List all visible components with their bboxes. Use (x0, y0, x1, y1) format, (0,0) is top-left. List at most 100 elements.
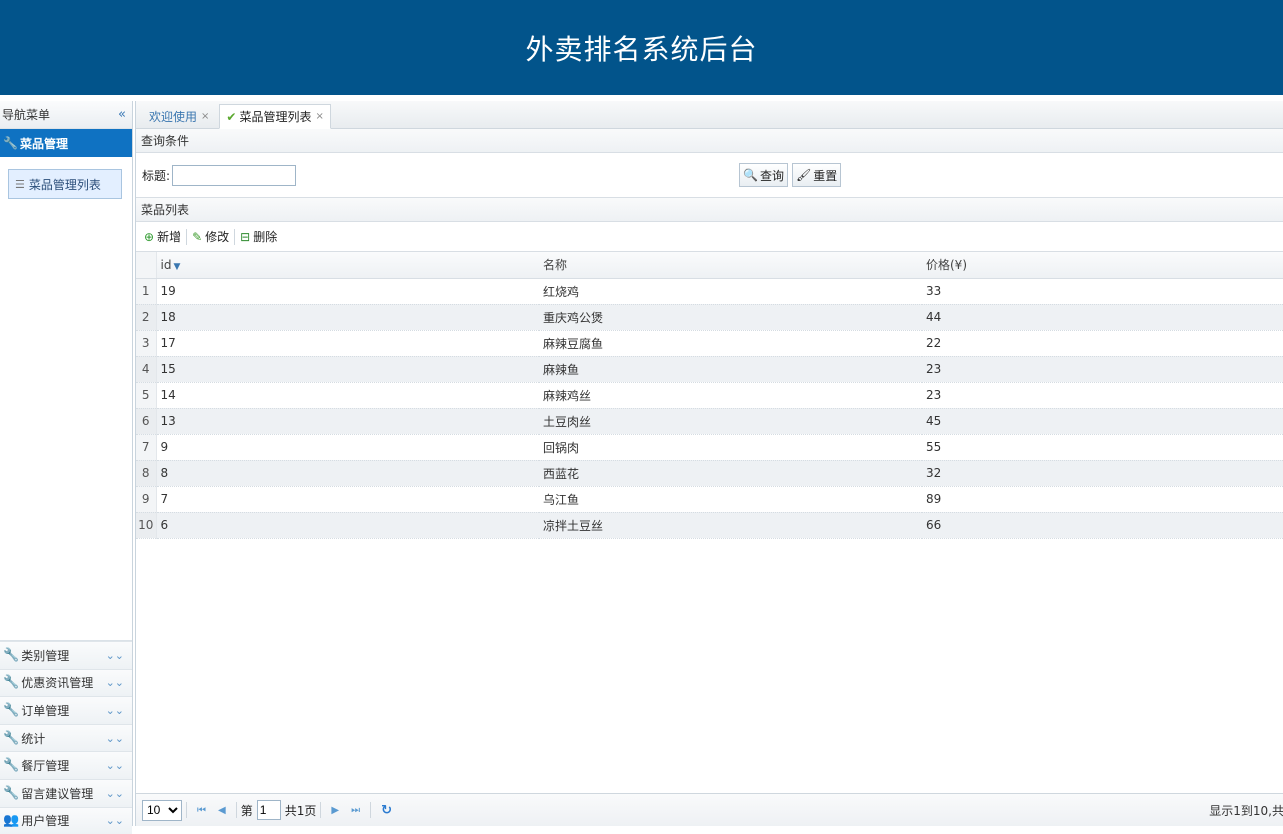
title-input[interactable] (172, 164, 297, 186)
table-row[interactable]: 9 7 乌江鱼 89 (136, 486, 1283, 513)
page-total: 共1页 (284, 803, 317, 818)
cell-id: 8 (156, 460, 539, 487)
expand-icon[interactable]: ⌄⌄ (106, 814, 124, 827)
nav-item-dish-list[interactable]: ☰ 菜品管理列表 (8, 169, 122, 199)
delete-button[interactable]: ⊟ 删除 (236, 228, 281, 245)
cell-name: 麻辣鸡丝 (539, 382, 922, 409)
table-row[interactable]: 10 6 凉拌土豆丝 66 (136, 512, 1283, 539)
nav-section-restaurant[interactable]: 🔧 餐厅管理 ⌄⌄ (0, 751, 132, 779)
column-header-id[interactable]: id ▼ (156, 252, 539, 279)
nav-header: 导航菜单 « (0, 101, 132, 129)
wrench-icon: 🔧 (3, 647, 20, 663)
pager-divider (370, 802, 372, 818)
brush-icon: 🖌 (795, 168, 812, 182)
toolbar-divider (234, 228, 236, 245)
nav-section-promo[interactable]: 🔧 优惠资讯管理 ⌄⌄ (0, 668, 132, 697)
table-row[interactable]: 5 14 麻辣鸡丝 23 (136, 382, 1283, 409)
cell-id: 14 (156, 382, 539, 409)
list-panel-title: 菜品列表 (136, 198, 1283, 222)
wrench-icon: 🔧 (3, 785, 20, 801)
cell-name: 重庆鸡公煲 (539, 304, 922, 331)
cell-price: 23 (922, 382, 1283, 409)
tab-label: 欢迎使用 (149, 109, 198, 124)
nav-section-dishes[interactable]: 🔧 菜品管理 (0, 129, 132, 157)
refresh-icon[interactable]: ↻ (381, 803, 392, 818)
nav-section-label: 留言建议管理 (21, 786, 94, 801)
cell-name: 麻辣鱼 (539, 356, 922, 383)
table-row[interactable]: 3 17 麻辣豆腐鱼 22 (136, 330, 1283, 357)
cell-price: 66 (922, 512, 1283, 539)
tab-dish-list[interactable]: ✔ 菜品管理列表 × (219, 104, 331, 129)
app-header: 外卖排名系统后台 (0, 0, 1283, 95)
search-button[interactable]: 🔍 查询 (739, 163, 788, 187)
last-page-icon[interactable]: ⏭ (351, 805, 360, 816)
wrench-icon: 🔧 (3, 675, 20, 691)
cell-id: 18 (156, 304, 539, 331)
nav-item-label: 菜品管理列表 (28, 177, 101, 192)
query-form: 标题: 🔍 查询 🖌 重置 (136, 153, 1283, 198)
cell-price: 55 (922, 434, 1283, 461)
expand-icon[interactable]: ⌄⌄ (106, 732, 124, 745)
expand-icon[interactable]: ⌄⌄ (106, 704, 124, 717)
column-header-price[interactable]: 价格(¥) (922, 252, 1283, 279)
pencil-icon: ✎ (192, 229, 203, 244)
tab-welcome[interactable]: 欢迎使用 × (142, 104, 216, 128)
list-toolbar: ⊕ 新增 ✎ 修改 ⊟ 删除 (136, 222, 1283, 252)
page-prefix: 第 (240, 803, 253, 818)
edit-button-label: 修改 (205, 230, 230, 244)
close-icon[interactable]: × (315, 111, 323, 122)
expand-icon[interactable]: ⌄⌄ (106, 787, 124, 800)
table-row[interactable]: 6 13 土豆肉丝 45 (136, 408, 1283, 435)
cell-name: 麻辣豆腐鱼 (539, 330, 922, 357)
nav-section-category[interactable]: 🔧 类别管理 ⌄⌄ (0, 641, 132, 669)
first-page-icon[interactable]: ⏮ (197, 805, 206, 816)
expand-icon[interactable]: ⌄⌄ (106, 676, 124, 689)
prev-page-icon[interactable]: ◀ (218, 805, 226, 816)
table-row[interactable]: 2 18 重庆鸡公煲 44 (136, 304, 1283, 331)
sort-desc-icon: ▼ (173, 261, 181, 272)
page-size-select[interactable]: 10 (142, 799, 182, 821)
delete-button-label: 删除 (253, 230, 278, 244)
wrench-icon: 🔧 (3, 136, 18, 150)
cell-name: 回锅肉 (539, 434, 922, 461)
tab-bar: 欢迎使用 × ✔ 菜品管理列表 × (136, 101, 1283, 129)
cell-name: 红烧鸡 (539, 278, 922, 305)
page-number-input[interactable] (256, 800, 281, 820)
row-number: 1 (136, 278, 157, 305)
cell-id: 15 (156, 356, 539, 383)
nav-section-label: 类别管理 (21, 648, 70, 663)
row-number: 4 (136, 356, 157, 383)
row-number: 7 (136, 434, 157, 461)
table-row[interactable]: 7 9 回锅肉 55 (136, 434, 1283, 461)
nav-section-users[interactable]: 👥 用户管理 ⌄⌄ (0, 806, 132, 834)
table-row[interactable]: 4 15 麻辣鱼 23 (136, 356, 1283, 383)
nav-section-stats[interactable]: 🔧 统计 ⌄⌄ (0, 723, 132, 752)
wrench-icon: 🔧 (3, 758, 20, 774)
nav-section-label: 菜品管理 (19, 136, 68, 151)
next-page-icon[interactable]: ▶ (331, 805, 339, 816)
row-number: 6 (136, 408, 157, 435)
close-icon[interactable]: × (201, 111, 209, 122)
table-row[interactable]: 8 8 西蓝花 32 (136, 460, 1283, 487)
expand-icon[interactable]: ⌄⌄ (106, 759, 124, 772)
cell-price: 22 (922, 330, 1283, 357)
pager-divider (235, 802, 237, 818)
collapse-icon[interactable]: « (118, 107, 126, 122)
nav-section-orders[interactable]: 🔧 订单管理 ⌄⌄ (0, 696, 132, 724)
toolbar-divider (186, 228, 188, 245)
table-row[interactable]: 1 19 红烧鸡 33 (136, 278, 1283, 305)
edit-button[interactable]: ✎ 修改 (188, 228, 233, 245)
cell-price: 33 (922, 278, 1283, 305)
expand-icon[interactable]: ⌄⌄ (106, 649, 124, 662)
users-icon: 👥 (3, 813, 20, 829)
title-label: 标题: (142, 168, 171, 183)
table-header-row: id ▼ 名称 价格(¥) (136, 252, 1283, 279)
pagination-bar: 10 ⏮ ◀ 第 共1页 ▶ ⏭ ↻ 显示1到10,共 (136, 793, 1283, 826)
column-header-name[interactable]: 名称 (539, 252, 922, 279)
reset-button[interactable]: 🖌 重置 (791, 163, 842, 187)
cell-id: 7 (156, 486, 539, 513)
nav-section-label: 订单管理 (21, 703, 70, 718)
pager-divider (186, 802, 187, 818)
add-button[interactable]: ⊕ 新增 (140, 228, 185, 245)
nav-section-feedback[interactable]: 🔧 留言建议管理 ⌄⌄ (0, 778, 132, 807)
